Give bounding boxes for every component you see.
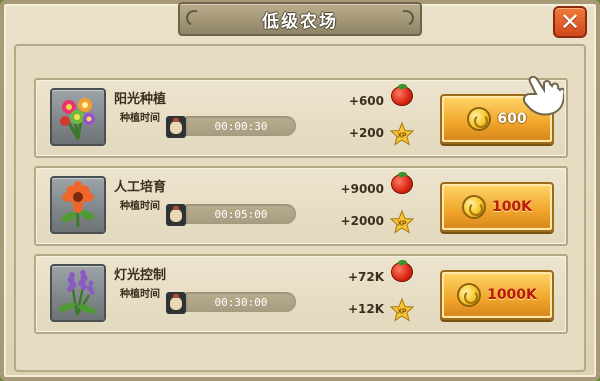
grow-time-label: 种植时间 <box>120 201 160 212</box>
grow-time-label: 种植时间 <box>120 289 160 300</box>
coin-icon <box>457 283 482 307</box>
tomato-icon <box>391 260 413 282</box>
tomato-icon <box>391 84 413 106</box>
close-button[interactable]: ✕ <box>553 6 587 38</box>
pointing-hand-icon <box>522 75 564 116</box>
tomato-icon <box>391 172 413 194</box>
grow-timer: 00:05:00 <box>186 204 296 224</box>
grow-timer: 00:00:30 <box>186 116 296 136</box>
title-plaque: 低级农场 <box>178 2 422 36</box>
svg-text:XP: XP <box>397 309 407 316</box>
lavender-icon <box>50 264 106 322</box>
row-title: 阳光种植 <box>114 92 167 107</box>
tomato-reward: +600 <box>348 94 384 108</box>
price-label: 100K <box>491 199 533 215</box>
grow-timer: 00:30:00 <box>186 292 296 312</box>
buy-button[interactable]: 100K <box>440 182 554 232</box>
price-label: 1000K <box>487 287 537 303</box>
close-icon: ✕ <box>559 8 581 36</box>
orange-flower-icon <box>50 176 106 234</box>
row-title: 人工培育 <box>114 180 167 195</box>
xp-reward: +2000 <box>340 214 384 228</box>
svg-text:XP: XP <box>397 133 407 140</box>
grow-time-label: 种植时间 <box>120 113 160 124</box>
flower-bouquet-icon <box>50 88 106 146</box>
xp-star-icon: XP <box>390 210 414 234</box>
xp-star-icon: XP <box>390 298 414 322</box>
row-title: 灯光控制 <box>114 268 167 283</box>
farm-option-row: 灯光控制 种植时间 00:30:00 +72K +12K XP 1000K <box>34 254 568 334</box>
tomato-reward: +9000 <box>340 182 384 196</box>
scroll-ornament-icon <box>395 7 417 29</box>
svg-text:XP: XP <box>397 221 407 228</box>
dialog-title: 低级农场 <box>262 11 338 32</box>
xp-star-icon: XP <box>390 122 414 146</box>
seed-sack-icon <box>166 292 186 314</box>
coin-icon <box>461 195 486 219</box>
scroll-ornament-icon <box>183 7 205 29</box>
farm-option-row: 人工培育 种植时间 00:05:00 +9000 +2000 XP 100K <box>34 166 568 246</box>
coin-icon <box>467 107 492 131</box>
seed-sack-icon <box>166 204 186 226</box>
seed-sack-icon <box>166 116 186 138</box>
tomato-reward: +72K <box>347 270 384 284</box>
xp-reward: +200 <box>348 126 384 140</box>
xp-reward: +12K <box>347 302 384 316</box>
buy-button[interactable]: 1000K <box>440 270 554 320</box>
farm-option-row: 阳光种植 种植时间 00:00:30 +600 +200 XP 600 <box>34 78 568 158</box>
